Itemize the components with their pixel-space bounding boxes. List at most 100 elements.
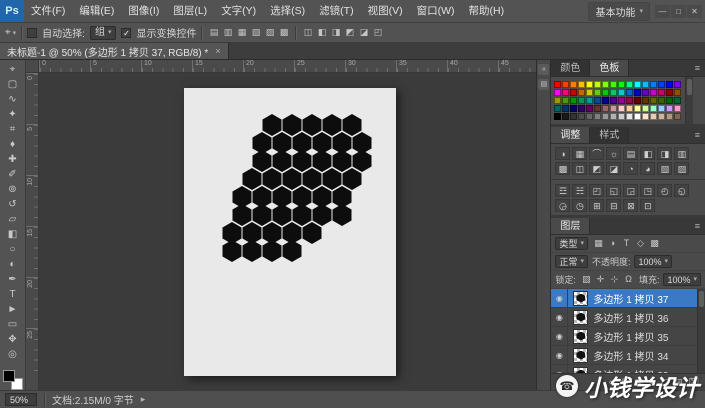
hand-tool[interactable]: ✥: [2, 332, 24, 347]
align-top-icon[interactable]: ▧: [249, 26, 262, 39]
color-swatch[interactable]: [618, 113, 625, 120]
color-swatch[interactable]: [610, 89, 617, 96]
color-swatch[interactable]: [658, 105, 665, 112]
panel-menu-icon[interactable]: ≡: [690, 218, 705, 234]
zoom-level-field[interactable]: 50%: [5, 393, 37, 406]
adjustment-icon[interactable]: ◑: [555, 147, 570, 160]
layer-row[interactable]: ◉ 多边形 1 拷贝 36: [551, 308, 705, 327]
style-icon[interactable]: ◷: [572, 199, 587, 212]
layer-visibility-icon[interactable]: ◉: [551, 365, 568, 373]
color-swatch[interactable]: [626, 81, 633, 88]
filter-adjustment-layers-icon[interactable]: ◑: [606, 237, 619, 250]
shape-tool[interactable]: ▭: [2, 317, 24, 332]
style-icon[interactable]: ◵: [674, 184, 689, 197]
menu-edit[interactable]: 编辑(E): [72, 0, 121, 22]
adjustment-icon[interactable]: ▥: [674, 147, 689, 160]
color-chips[interactable]: [3, 370, 23, 390]
adjustment-icon[interactable]: ◪: [606, 162, 621, 175]
style-icon[interactable]: ⊞: [589, 199, 604, 212]
distribute-middle-icon[interactable]: ◧: [315, 26, 328, 39]
menu-select[interactable]: 选择(S): [263, 0, 312, 22]
filter-pixel-layers-icon[interactable]: ▦: [592, 237, 605, 250]
status-expand-icon[interactable]: ▸: [141, 394, 146, 405]
color-swatch[interactable]: [586, 97, 593, 104]
color-swatch[interactable]: [650, 97, 657, 104]
color-swatch[interactable]: [562, 89, 569, 96]
align-center-h-icon[interactable]: ▥: [221, 26, 234, 39]
layer-row[interactable]: ◉ 多边形 1 拷贝 34: [551, 346, 705, 365]
color-swatch[interactable]: [650, 113, 657, 120]
link-layers-icon[interactable]: ∞: [609, 377, 615, 387]
zoom-tool[interactable]: ◎: [2, 347, 24, 362]
history-brush-tool[interactable]: ↺: [2, 197, 24, 212]
color-swatch[interactable]: [674, 89, 681, 96]
healing-brush-tool[interactable]: ✚: [2, 152, 24, 167]
scrollbar[interactable]: [697, 289, 705, 373]
color-swatch[interactable]: [586, 89, 593, 96]
layer-thumbnail[interactable]: [573, 367, 588, 374]
lock-position-icon[interactable]: ⊹: [608, 273, 621, 286]
color-swatch[interactable]: [618, 97, 625, 104]
style-icon[interactable]: ◰: [589, 184, 604, 197]
color-swatch[interactable]: [578, 97, 585, 104]
style-icon[interactable]: ☵: [572, 184, 587, 197]
color-swatch[interactable]: [634, 113, 641, 120]
color-swatch[interactable]: [642, 105, 649, 112]
color-swatch[interactable]: [578, 81, 585, 88]
color-swatch[interactable]: [666, 81, 673, 88]
align-left-icon[interactable]: ▤: [207, 26, 220, 39]
menu-image[interactable]: 图像(I): [121, 0, 166, 22]
layer-visibility-icon[interactable]: ◉: [551, 327, 568, 345]
move-tool[interactable]: ⌖: [2, 62, 24, 77]
canvas-area[interactable]: [39, 73, 536, 390]
color-swatch[interactable]: [626, 105, 633, 112]
show-transform-checkbox[interactable]: ✓: [121, 28, 131, 38]
color-swatch[interactable]: [658, 113, 665, 120]
new-adjustment-layer-icon[interactable]: ◐: [649, 377, 654, 387]
color-swatch[interactable]: [666, 97, 673, 104]
align-bottom-icon[interactable]: ▩: [277, 26, 290, 39]
fill-dropdown[interactable]: 100% ▾: [663, 273, 701, 286]
color-swatch[interactable]: [554, 97, 561, 104]
color-swatch[interactable]: [674, 105, 681, 112]
color-swatch[interactable]: [634, 97, 641, 104]
filter-smart-objects-icon[interactable]: ▩: [648, 237, 661, 250]
color-swatch[interactable]: [618, 105, 625, 112]
color-swatch[interactable]: [594, 105, 601, 112]
menu-type[interactable]: 文字(Y): [214, 0, 263, 22]
scrollbar-thumb[interactable]: [687, 79, 692, 95]
layer-thumbnail[interactable]: [573, 329, 588, 344]
delete-layer-icon[interactable]: ⌧: [689, 377, 699, 388]
layer-row[interactable]: ◉ 多边形 1 拷贝 35: [551, 327, 705, 346]
style-icon[interactable]: ⊠: [623, 199, 638, 212]
style-icon[interactable]: ◲: [623, 184, 638, 197]
color-swatch[interactable]: [666, 113, 673, 120]
new-layer-icon[interactable]: ⊞: [675, 377, 683, 388]
collapse-panels-icon[interactable]: «: [538, 64, 549, 75]
distribute-bottom-icon[interactable]: ◨: [329, 26, 342, 39]
color-swatch[interactable]: [602, 113, 609, 120]
minimize-button[interactable]: —: [655, 5, 670, 18]
path-selection-tool[interactable]: ►: [2, 302, 24, 317]
color-swatch[interactable]: [634, 89, 641, 96]
layer-thumbnail[interactable]: [573, 348, 588, 363]
adjustment-icon[interactable]: ▩: [555, 162, 570, 175]
layer-visibility-icon[interactable]: ◉: [551, 289, 568, 307]
color-swatch[interactable]: [658, 81, 665, 88]
color-swatch[interactable]: [570, 89, 577, 96]
layer-thumbnail[interactable]: [573, 310, 588, 325]
color-swatch[interactable]: [554, 89, 561, 96]
color-swatch[interactable]: [578, 113, 585, 120]
adjustments-tab[interactable]: 样式: [590, 127, 629, 143]
adjustment-icon[interactable]: ▨: [674, 162, 689, 175]
style-icon[interactable]: ⊡: [640, 199, 655, 212]
color-swatch[interactable]: [610, 81, 617, 88]
color-swatch[interactable]: [634, 81, 641, 88]
lock-all-icon[interactable]: Ω: [622, 273, 635, 286]
lock-transparency-icon[interactable]: ▨: [580, 273, 593, 286]
color-swatch[interactable]: [602, 81, 609, 88]
color-swatch[interactable]: [650, 105, 657, 112]
adjustments-tab[interactable]: 调整: [551, 127, 590, 143]
adjustment-icon[interactable]: ◕: [640, 162, 655, 175]
color-swatch[interactable]: [642, 89, 649, 96]
